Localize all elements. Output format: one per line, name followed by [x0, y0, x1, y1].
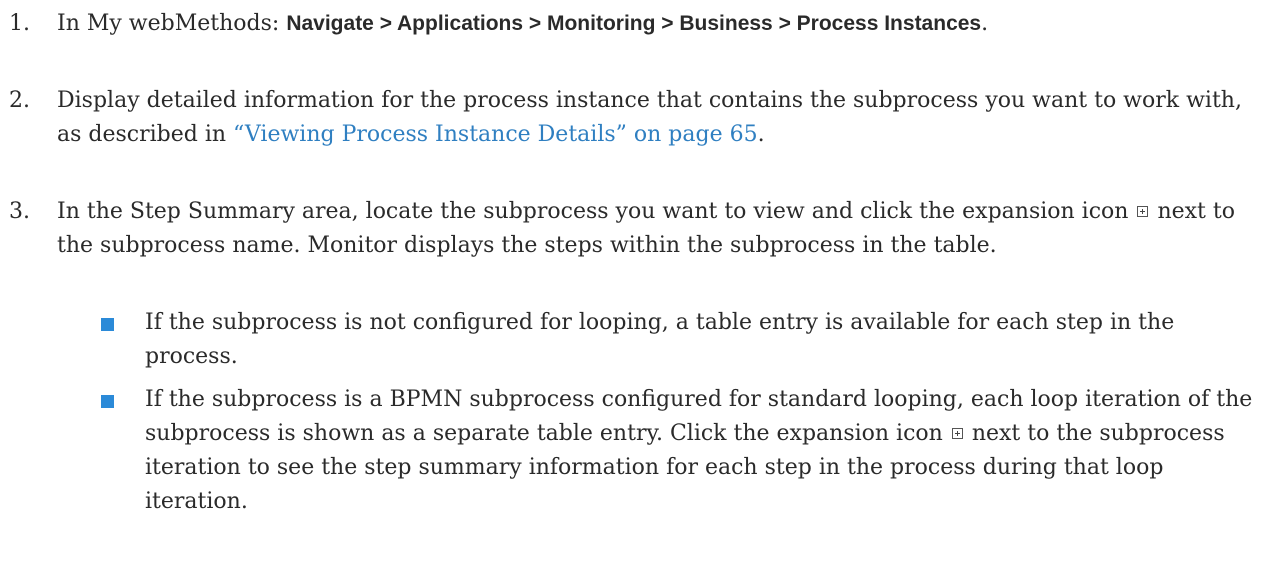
- expand-plus-icon: [1137, 206, 1149, 217]
- cross-reference-link[interactable]: “Viewing Process Instance Details” on pa…: [233, 122, 758, 147]
- step-number: 2.: [9, 88, 30, 113]
- step-body: Display detailed information for the pro…: [57, 84, 1262, 152]
- step-number: 3.: [9, 199, 30, 224]
- bullet-text: If the subprocess is a BPMN subprocess c…: [145, 383, 1265, 519]
- step-end: .: [757, 122, 765, 147]
- step-body: In My webMethods: Navigate > Application…: [57, 7, 1262, 41]
- step-number: 1.: [9, 11, 30, 36]
- bullet-text: If the subprocess is not configured for …: [145, 310, 1175, 369]
- step-body: In the Step Summary area, locate the sub…: [57, 195, 1262, 263]
- square-bullet: [101, 318, 114, 331]
- navigation-path: Navigate > Applications > Monitoring > B…: [286, 12, 982, 35]
- expand-plus-icon: [951, 428, 963, 439]
- step-intro: In My webMethods:: [57, 11, 287, 36]
- step-text: In the Step Summary area, locate the sub…: [57, 199, 1136, 224]
- step-end: .: [981, 11, 989, 36]
- square-bullet: [101, 395, 114, 408]
- document: 1. In My webMethods: Navigate > Applicat…: [0, 0, 1274, 565]
